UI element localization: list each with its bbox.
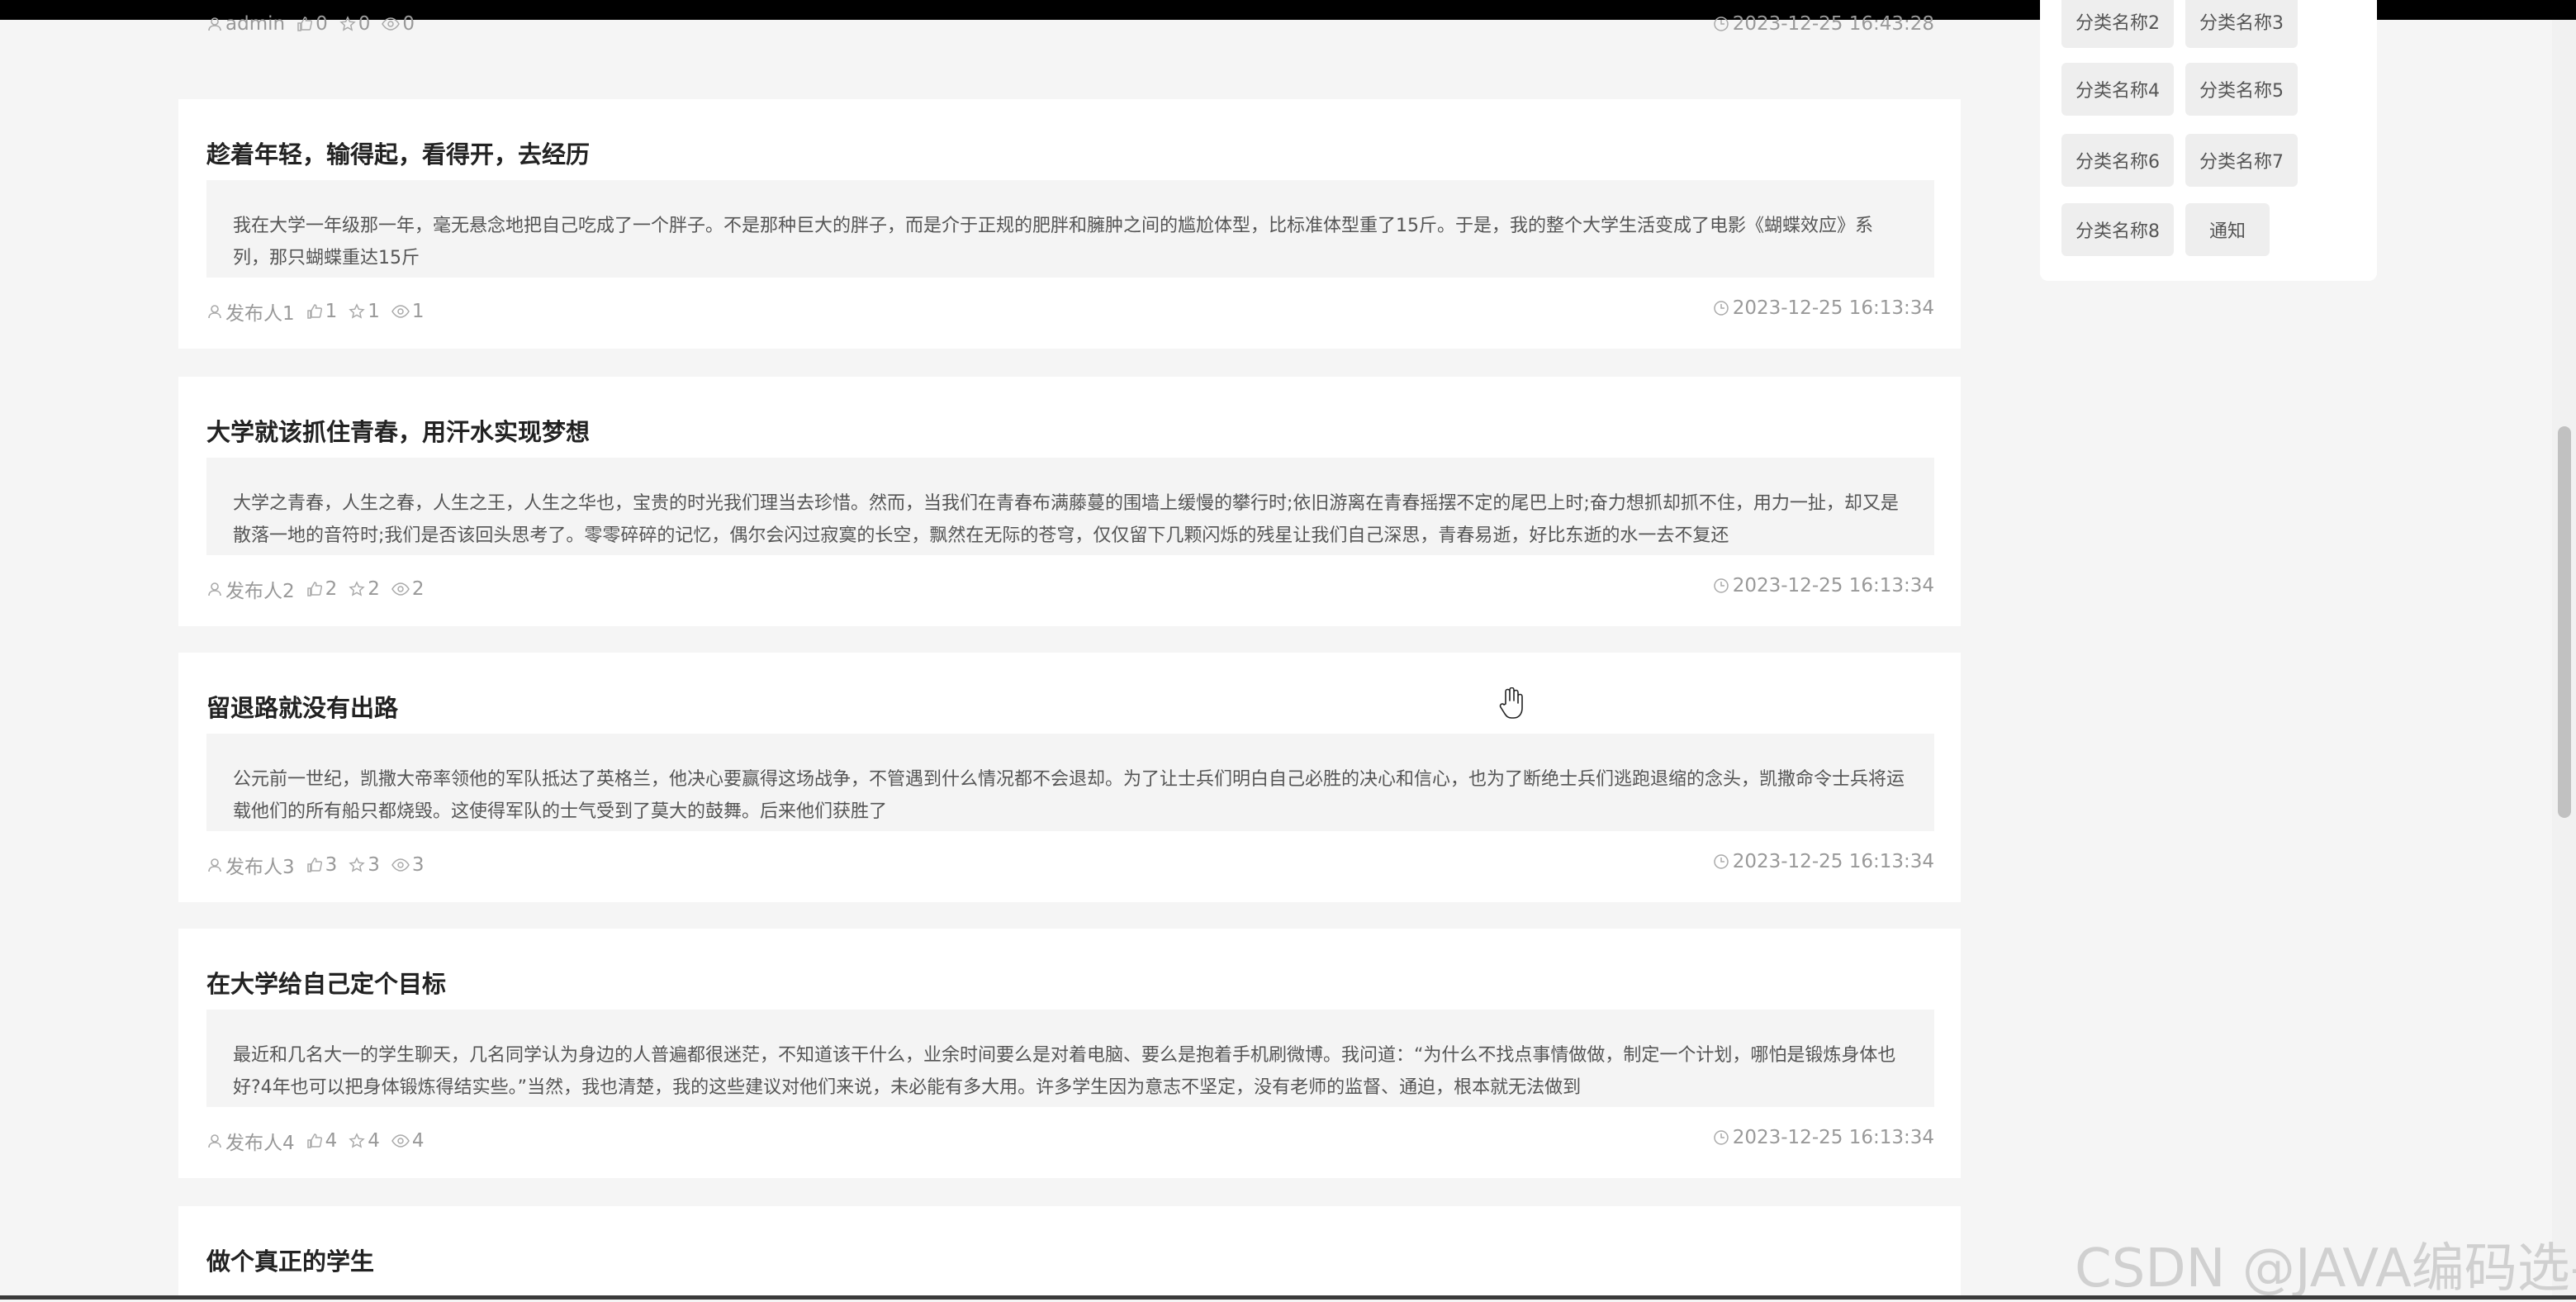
clock-icon — [1713, 578, 1729, 593]
hand-cursor-icon — [1499, 687, 1523, 719]
clock-icon — [1713, 301, 1729, 316]
category-tag[interactable]: 分类名称8 — [2061, 203, 2174, 256]
author[interactable]: 发布人4 — [206, 1127, 295, 1155]
author-name: admin — [225, 13, 286, 35]
post-time: 2023-12-25 16:13:34 — [1732, 575, 1934, 596]
post-time: 2023-12-25 16:13:34 — [1732, 1127, 1934, 1148]
screen-bottom-bar — [0, 1295, 2576, 1300]
post-meta: 发布人1 1 1 1 2023-12-25 16:13:34 — [206, 297, 1934, 325]
view-count: 2 — [391, 578, 425, 600]
scrollbar-thumb[interactable] — [2558, 426, 2571, 818]
star-icon — [349, 857, 366, 872]
user-icon — [208, 17, 221, 31]
star-icon — [339, 16, 356, 31]
post-time: 2023-12-25 16:13:34 — [1732, 297, 1934, 319]
post-title[interactable]: 趁着年轻，输得起，看得开，去经历 — [206, 135, 590, 170]
favorite-count[interactable]: 1 — [349, 301, 380, 322]
clock-icon — [1713, 854, 1729, 869]
author-name: 发布人2 — [225, 581, 295, 602]
thumbs-up-icon — [306, 582, 322, 596]
post-time: 2023-12-25 16:13:34 — [1732, 851, 1934, 872]
post-card[interactable]: 大学就该抓住青春，用汗水实现梦想 大学之青春，人生之春，人生之王，人生之华也，宝… — [178, 377, 1961, 626]
author[interactable]: 发布人3 — [206, 851, 295, 879]
post-summary: 最近和几名大一的学生聊天，几名同学认为身边的人普遍都很迷茫，不知道该干什么，业余… — [206, 1010, 1934, 1107]
post-meta: 发布人3 3 3 3 2023-12-25 16:13:34 — [206, 851, 1934, 879]
post-title[interactable]: 大学就该抓住青春，用汗水实现梦想 — [206, 413, 590, 448]
user-icon — [208, 858, 221, 872]
like-count[interactable]: 2 — [306, 578, 337, 600]
eye-icon — [391, 305, 410, 318]
favorite-count[interactable]: 4 — [349, 1130, 380, 1152]
post-title[interactable]: 留退路就没有出路 — [206, 689, 398, 724]
favorite-count[interactable]: 2 — [349, 578, 380, 600]
thumbs-up-icon — [306, 1133, 322, 1148]
eye-icon — [382, 17, 401, 31]
watermark: CSDN @JAVA编码选手 — [2075, 1238, 2576, 1300]
like-count[interactable]: 3 — [306, 854, 337, 876]
category-panel: 分类名称2 分类名称3 分类名称4 分类名称5 分类名称6 分类名称7 分类名称… — [2040, 0, 2377, 281]
eye-icon — [391, 1134, 410, 1148]
post-summary: 我在大学一年级那一年，毫无悬念地把自己吃成了一个胖子。不是那种巨大的胖子，而是介… — [206, 180, 1934, 278]
post-title[interactable]: 做个真正的学生 — [206, 1243, 374, 1277]
thumbs-up-icon — [306, 304, 322, 319]
post-card[interactable]: 留退路就没有出路 公元前一世纪，凯撒大帝率领他的军队抵达了英格兰，他决心要赢得这… — [178, 653, 1961, 902]
author-name: 发布人1 — [225, 303, 295, 325]
thumbs-up-icon — [297, 17, 313, 31]
author-name: 发布人3 — [225, 857, 295, 878]
category-tag-notice[interactable]: 通知 — [2185, 203, 2270, 256]
thumbs-up-icon — [306, 858, 322, 872]
category-tag[interactable]: 分类名称5 — [2185, 63, 2298, 116]
author[interactable]: 发布人2 — [206, 575, 295, 603]
view-count: 3 — [391, 854, 425, 876]
author-name: 发布人4 — [225, 1133, 295, 1154]
post-title[interactable]: 在大学给自己定个目标 — [206, 965, 446, 1000]
category-tag[interactable]: 分类名称4 — [2061, 63, 2174, 116]
post-card[interactable]: 在大学给自己定个目标 最近和几名大一的学生聊天，几名同学认为身边的人普遍都很迷茫… — [178, 929, 1961, 1178]
post-time: 2023-12-25 16:43:28 — [1732, 13, 1934, 35]
user-icon — [208, 305, 221, 319]
post-meta: 发布人2 2 2 2 2023-12-25 16:13:34 — [206, 575, 1934, 603]
category-tag[interactable]: 分类名称3 — [2185, 0, 2298, 48]
star-icon — [349, 581, 366, 596]
author[interactable]: admin — [206, 13, 285, 35]
favorite-count[interactable]: 3 — [349, 854, 380, 876]
author[interactable]: 发布人1 — [206, 297, 295, 326]
user-icon — [208, 582, 221, 596]
category-tag[interactable]: 分类名称6 — [2061, 134, 2174, 187]
post-card[interactable]: 趁着年轻，输得起，看得开，去经历 我在大学一年级那一年，毫无悬念地把自己吃成了一… — [178, 99, 1961, 349]
view-count: 4 — [391, 1130, 425, 1152]
clock-icon — [1713, 17, 1729, 31]
star-icon — [349, 1133, 366, 1148]
like-count[interactable]: 0 — [297, 13, 328, 35]
category-tag[interactable]: 分类名称7 — [2185, 134, 2298, 187]
post-summary: 公元前一世纪，凯撒大帝率领他的军队抵达了英格兰，他决心要赢得这场战争，不管遇到什… — [206, 734, 1934, 831]
eye-icon — [391, 582, 410, 596]
star-icon — [349, 303, 366, 319]
like-count[interactable]: 4 — [306, 1130, 337, 1152]
post-summary: 大学之青春，人生之春，人生之王，人生之华也，宝贵的时光我们理当去珍惜。然而，当我… — [206, 458, 1934, 555]
previous-post-meta: admin 0 0 0 2023-12-25 16:43:28 — [206, 13, 1934, 38]
category-tag[interactable]: 分类名称2 — [2061, 0, 2174, 48]
favorite-count[interactable]: 0 — [339, 13, 370, 35]
view-count: 1 — [391, 301, 425, 322]
like-count[interactable]: 1 — [306, 301, 337, 322]
eye-icon — [391, 858, 410, 872]
user-icon — [208, 1134, 221, 1148]
post-card[interactable]: 做个真正的学生 — [178, 1206, 1961, 1295]
clock-icon — [1713, 1130, 1729, 1145]
post-meta: 发布人4 4 4 4 2023-12-25 16:13:34 — [206, 1127, 1934, 1155]
view-count: 0 — [382, 13, 415, 35]
